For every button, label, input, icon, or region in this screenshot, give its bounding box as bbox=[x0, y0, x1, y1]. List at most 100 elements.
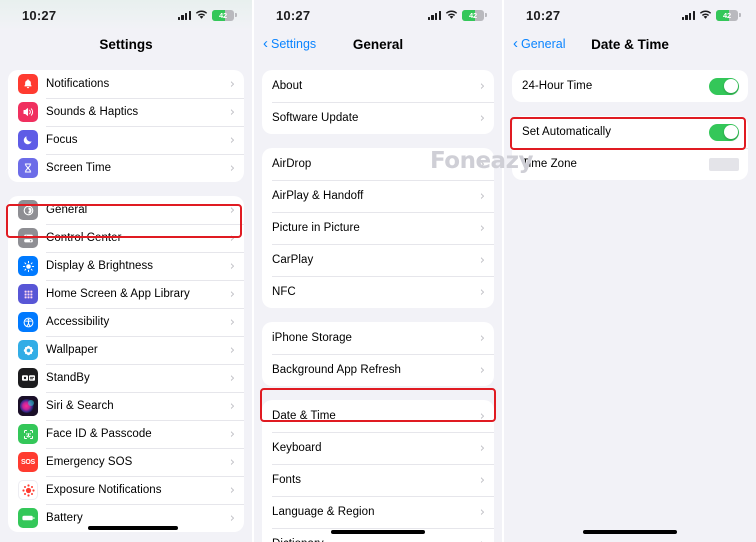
moon-icon bbox=[18, 130, 38, 150]
cellular-signal-icon bbox=[427, 10, 441, 20]
page-title: Settings bbox=[99, 36, 153, 52]
list-item-airplay-handoff[interactable]: AirPlay & Handoff › bbox=[262, 180, 494, 212]
list-item-language-region[interactable]: Language & Region › bbox=[262, 496, 494, 528]
list-item-nfc[interactable]: NFC › bbox=[262, 276, 494, 308]
list-item-label: AirDrop bbox=[272, 158, 312, 170]
list-item-about[interactable]: About › bbox=[262, 70, 494, 102]
settings-list[interactable]: Notifications › Sounds & Haptics › Focus… bbox=[0, 58, 252, 542]
hourglass-icon bbox=[18, 158, 38, 178]
back-button-label: General bbox=[521, 37, 566, 51]
chevron-right-icon: › bbox=[229, 76, 235, 92]
wifi-icon bbox=[195, 10, 208, 20]
list-item-label: Background App Refresh bbox=[272, 364, 401, 376]
list-item-background-app-refresh[interactable]: Background App Refresh › bbox=[262, 354, 494, 386]
status-bar-time: 10:27 bbox=[22, 7, 57, 23]
sidebar-item-sounds-haptics[interactable]: Sounds & Haptics › bbox=[8, 98, 244, 126]
sidebar-item-label: Accessibility bbox=[46, 316, 110, 328]
grid-icon bbox=[18, 284, 38, 304]
sidebar-item-label: Emergency SOS bbox=[46, 456, 133, 468]
time-zone-value bbox=[709, 157, 739, 171]
list-item-keyboard[interactable]: Keyboard › bbox=[262, 432, 494, 464]
chevron-right-icon: › bbox=[229, 510, 235, 526]
sidebar-item-label: Face ID & Passcode bbox=[46, 428, 152, 440]
list-item-label: Dictionary bbox=[272, 538, 474, 542]
auto-group: Set Automatically Time Zone bbox=[512, 116, 748, 180]
sidebar-item-focus[interactable]: Focus › bbox=[8, 126, 244, 154]
sidebar-item-label: Sounds & Haptics bbox=[46, 106, 139, 118]
back-button-general[interactable]: ‹ General bbox=[513, 36, 566, 51]
chevron-right-icon: › bbox=[479, 284, 485, 300]
row-24-hour-time[interactable]: 24-Hour Time bbox=[512, 70, 748, 102]
date-time-list[interactable]: 24-Hour Time Set Automatically Time Zone bbox=[504, 58, 756, 542]
flower-icon bbox=[18, 340, 38, 360]
wifi-icon bbox=[699, 10, 712, 20]
chevron-right-icon: › bbox=[229, 258, 235, 274]
standby-icon bbox=[18, 368, 38, 388]
sidebar-item-notifications[interactable]: Notifications › bbox=[8, 70, 244, 98]
general-list[interactable]: About › Software Update › AirDrop › AirP… bbox=[254, 58, 502, 542]
sidebar-item-emergency-sos[interactable]: SOS Emergency SOS › bbox=[8, 448, 244, 476]
row-label: Set Automatically bbox=[522, 126, 612, 138]
chevron-right-icon: › bbox=[229, 202, 235, 218]
chevron-right-icon: › bbox=[229, 426, 235, 442]
hour-format-group: 24-Hour Time bbox=[512, 70, 748, 102]
list-item-carplay[interactable]: CarPlay › bbox=[262, 244, 494, 276]
cellular-signal-icon bbox=[681, 10, 695, 20]
list-item-label: CarPlay bbox=[272, 254, 314, 266]
battery-icon: 42 bbox=[716, 9, 741, 21]
chevron-right-icon: › bbox=[479, 188, 485, 204]
row-time-zone[interactable]: Time Zone bbox=[512, 148, 748, 180]
list-item-label: NFC bbox=[272, 286, 296, 298]
sidebar-item-home-screen[interactable]: Home Screen & App Library › bbox=[8, 280, 244, 308]
chevron-right-icon: › bbox=[479, 110, 485, 126]
exposure-icon bbox=[18, 480, 38, 500]
chevron-right-icon: › bbox=[229, 314, 235, 330]
page-title: Date & Time bbox=[591, 36, 669, 52]
list-item-iphone-storage[interactable]: iPhone Storage › bbox=[262, 322, 494, 354]
sidebar-item-standby[interactable]: StandBy › bbox=[8, 364, 244, 392]
general-group: General › Control Center › Display & Bri… bbox=[8, 196, 244, 532]
list-item-software-update[interactable]: Software Update › bbox=[262, 102, 494, 134]
sidebar-item-label: Display & Brightness bbox=[46, 260, 154, 272]
status-bar-time: 10:27 bbox=[526, 7, 561, 23]
battery-green-icon bbox=[18, 508, 38, 528]
chevron-right-icon: › bbox=[229, 104, 235, 120]
status-bar-indicators: 42 bbox=[427, 9, 487, 21]
chevron-right-icon: › bbox=[229, 132, 235, 148]
sidebar-item-face-id-passcode[interactable]: Face ID & Passcode › bbox=[8, 420, 244, 448]
chevron-right-icon: › bbox=[479, 362, 485, 378]
sidebar-item-display-brightness[interactable]: Display & Brightness › bbox=[8, 252, 244, 280]
sidebar-item-siri-search[interactable]: Siri & Search › bbox=[8, 392, 244, 420]
sos-icon: SOS bbox=[18, 452, 38, 472]
home-indicator bbox=[88, 526, 178, 530]
toggle-set-automatically[interactable] bbox=[709, 123, 739, 141]
sidebar-item-label: Siri & Search bbox=[46, 400, 114, 412]
chevron-right-icon: › bbox=[479, 156, 485, 172]
chevron-right-icon: › bbox=[229, 342, 235, 358]
datetime-group: Date & Time › Keyboard › Fonts › Languag… bbox=[262, 400, 494, 542]
storage-group: iPhone Storage › Background App Refresh … bbox=[262, 322, 494, 386]
accessibility-icon bbox=[18, 312, 38, 332]
sidebar-item-accessibility[interactable]: Accessibility › bbox=[8, 308, 244, 336]
sliders-icon bbox=[18, 228, 38, 248]
status-bar: 10:27 42 bbox=[0, 0, 252, 30]
sidebar-item-screen-time[interactable]: Screen Time › bbox=[8, 154, 244, 182]
list-item-label: iPhone Storage bbox=[272, 332, 352, 344]
toggle-24-hour-time[interactable] bbox=[709, 77, 739, 95]
sidebar-item-wallpaper[interactable]: Wallpaper › bbox=[8, 336, 244, 364]
list-item-airdrop[interactable]: AirDrop › bbox=[262, 148, 494, 180]
list-item-label: About bbox=[272, 80, 303, 92]
phone-screen-settings: 10:27 42 Settings Notifications › Sounds… bbox=[0, 0, 252, 542]
faceid-icon bbox=[18, 424, 38, 444]
list-item-picture-in-picture[interactable]: Picture in Picture › bbox=[262, 212, 494, 244]
sidebar-item-general[interactable]: General › bbox=[8, 196, 244, 224]
list-item-fonts[interactable]: Fonts › bbox=[262, 464, 494, 496]
sidebar-item-exposure-notifications[interactable]: Exposure Notifications › bbox=[8, 476, 244, 504]
back-button-settings[interactable]: ‹ Settings bbox=[263, 36, 316, 51]
row-set-automatically[interactable]: Set Automatically bbox=[512, 116, 748, 148]
sidebar-item-control-center[interactable]: Control Center › bbox=[8, 224, 244, 252]
chevron-right-icon: › bbox=[229, 160, 235, 176]
sidebar-item-label: Focus bbox=[46, 134, 78, 146]
list-item-date-time[interactable]: Date & Time › bbox=[262, 400, 494, 432]
battery-icon: 42 bbox=[212, 9, 237, 21]
